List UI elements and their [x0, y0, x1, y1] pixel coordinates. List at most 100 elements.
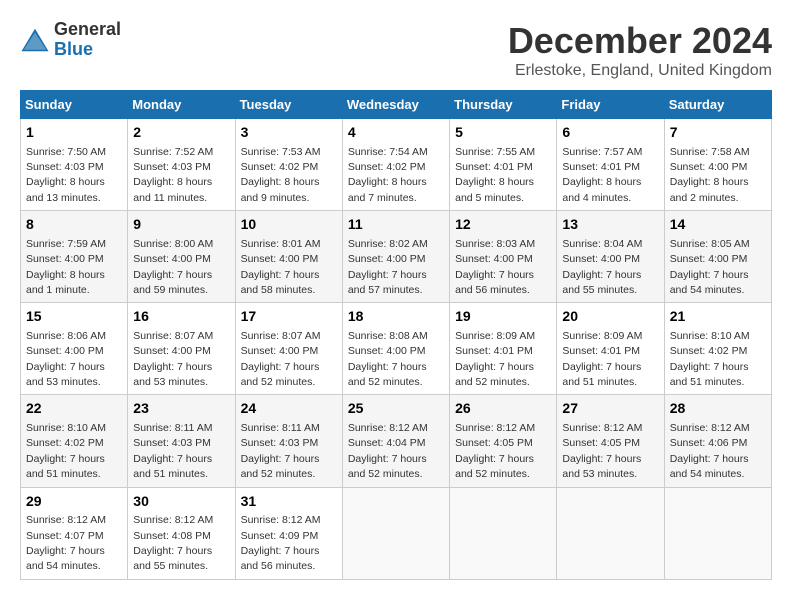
day-info: Sunrise: 8:12 AMSunset: 4:06 PMDaylight:… — [670, 422, 750, 480]
day-number: 25 — [348, 399, 444, 419]
day-info: Sunrise: 8:02 AMSunset: 4:00 PMDaylight:… — [348, 238, 428, 296]
title-block: December 2024 Erlestoke, England, United… — [508, 20, 772, 80]
logo-icon — [20, 25, 50, 55]
day-number: 12 — [455, 215, 551, 235]
day-number: 31 — [241, 492, 337, 512]
day-info: Sunrise: 7:55 AMSunset: 4:01 PMDaylight:… — [455, 146, 535, 204]
calendar-day-cell: 23 Sunrise: 8:11 AMSunset: 4:03 PMDaylig… — [128, 395, 235, 487]
calendar: SundayMondayTuesdayWednesdayThursdayFrid… — [20, 90, 772, 580]
page-header: General Blue December 2024 Erlestoke, En… — [20, 20, 772, 80]
day-info: Sunrise: 8:05 AMSunset: 4:00 PMDaylight:… — [670, 238, 750, 296]
calendar-day-cell: 1 Sunrise: 7:50 AMSunset: 4:03 PMDayligh… — [21, 119, 128, 211]
day-info: Sunrise: 8:10 AMSunset: 4:02 PMDaylight:… — [26, 422, 106, 480]
day-number: 11 — [348, 215, 444, 235]
day-info: Sunrise: 7:57 AMSunset: 4:01 PMDaylight:… — [562, 146, 642, 204]
calendar-day-cell: 30 Sunrise: 8:12 AMSunset: 4:08 PMDaylig… — [128, 487, 235, 579]
day-number: 7 — [670, 123, 766, 143]
logo-text: General Blue — [54, 20, 121, 60]
day-number: 15 — [26, 307, 122, 327]
calendar-day-cell: 5 Sunrise: 7:55 AMSunset: 4:01 PMDayligh… — [450, 119, 557, 211]
calendar-day-cell: 4 Sunrise: 7:54 AMSunset: 4:02 PMDayligh… — [342, 119, 449, 211]
empty-cell — [664, 487, 771, 579]
day-number: 27 — [562, 399, 658, 419]
day-info: Sunrise: 8:03 AMSunset: 4:00 PMDaylight:… — [455, 238, 535, 296]
day-number: 5 — [455, 123, 551, 143]
calendar-day-cell: 2 Sunrise: 7:52 AMSunset: 4:03 PMDayligh… — [128, 119, 235, 211]
day-info: Sunrise: 8:00 AMSunset: 4:00 PMDaylight:… — [133, 238, 213, 296]
day-info: Sunrise: 8:01 AMSunset: 4:00 PMDaylight:… — [241, 238, 321, 296]
calendar-day-cell: 24 Sunrise: 8:11 AMSunset: 4:03 PMDaylig… — [235, 395, 342, 487]
day-number: 6 — [562, 123, 658, 143]
day-number: 19 — [455, 307, 551, 327]
calendar-day-cell: 26 Sunrise: 8:12 AMSunset: 4:05 PMDaylig… — [450, 395, 557, 487]
calendar-day-cell: 29 Sunrise: 8:12 AMSunset: 4:07 PMDaylig… — [21, 487, 128, 579]
calendar-day-cell: 7 Sunrise: 7:58 AMSunset: 4:00 PMDayligh… — [664, 119, 771, 211]
empty-cell — [450, 487, 557, 579]
header-row: SundayMondayTuesdayWednesdayThursdayFrid… — [21, 91, 772, 119]
day-number: 16 — [133, 307, 229, 327]
calendar-day-cell: 14 Sunrise: 8:05 AMSunset: 4:00 PMDaylig… — [664, 211, 771, 303]
day-number: 21 — [670, 307, 766, 327]
day-number: 4 — [348, 123, 444, 143]
day-number: 22 — [26, 399, 122, 419]
day-info: Sunrise: 8:12 AMSunset: 4:08 PMDaylight:… — [133, 514, 213, 572]
day-number: 23 — [133, 399, 229, 419]
calendar-day-cell: 28 Sunrise: 8:12 AMSunset: 4:06 PMDaylig… — [664, 395, 771, 487]
weekday-header: Saturday — [664, 91, 771, 119]
day-number: 18 — [348, 307, 444, 327]
day-number: 9 — [133, 215, 229, 235]
day-info: Sunrise: 7:58 AMSunset: 4:00 PMDaylight:… — [670, 146, 750, 204]
weekday-header: Wednesday — [342, 91, 449, 119]
day-info: Sunrise: 8:12 AMSunset: 4:05 PMDaylight:… — [562, 422, 642, 480]
day-info: Sunrise: 7:54 AMSunset: 4:02 PMDaylight:… — [348, 146, 428, 204]
logo-general: General — [54, 19, 121, 39]
weekday-header: Friday — [557, 91, 664, 119]
calendar-day-cell: 11 Sunrise: 8:02 AMSunset: 4:00 PMDaylig… — [342, 211, 449, 303]
calendar-day-cell: 25 Sunrise: 8:12 AMSunset: 4:04 PMDaylig… — [342, 395, 449, 487]
day-info: Sunrise: 8:08 AMSunset: 4:00 PMDaylight:… — [348, 330, 428, 388]
day-number: 20 — [562, 307, 658, 327]
day-info: Sunrise: 8:09 AMSunset: 4:01 PMDaylight:… — [455, 330, 535, 388]
day-number: 2 — [133, 123, 229, 143]
day-info: Sunrise: 7:53 AMSunset: 4:02 PMDaylight:… — [241, 146, 321, 204]
day-info: Sunrise: 8:04 AMSunset: 4:00 PMDaylight:… — [562, 238, 642, 296]
calendar-day-cell: 22 Sunrise: 8:10 AMSunset: 4:02 PMDaylig… — [21, 395, 128, 487]
calendar-day-cell: 15 Sunrise: 8:06 AMSunset: 4:00 PMDaylig… — [21, 303, 128, 395]
day-number: 10 — [241, 215, 337, 235]
day-info: Sunrise: 8:06 AMSunset: 4:00 PMDaylight:… — [26, 330, 106, 388]
calendar-day-cell: 20 Sunrise: 8:09 AMSunset: 4:01 PMDaylig… — [557, 303, 664, 395]
day-info: Sunrise: 8:12 AMSunset: 4:09 PMDaylight:… — [241, 514, 321, 572]
day-number: 24 — [241, 399, 337, 419]
weekday-header: Thursday — [450, 91, 557, 119]
calendar-day-cell: 8 Sunrise: 7:59 AMSunset: 4:00 PMDayligh… — [21, 211, 128, 303]
empty-cell — [342, 487, 449, 579]
day-info: Sunrise: 7:52 AMSunset: 4:03 PMDaylight:… — [133, 146, 213, 204]
logo-blue: Blue — [54, 39, 93, 59]
weekday-header: Sunday — [21, 91, 128, 119]
day-info: Sunrise: 7:50 AMSunset: 4:03 PMDaylight:… — [26, 146, 106, 204]
calendar-day-cell: 19 Sunrise: 8:09 AMSunset: 4:01 PMDaylig… — [450, 303, 557, 395]
calendar-day-cell: 12 Sunrise: 8:03 AMSunset: 4:00 PMDaylig… — [450, 211, 557, 303]
calendar-day-cell: 16 Sunrise: 8:07 AMSunset: 4:00 PMDaylig… — [128, 303, 235, 395]
day-number: 17 — [241, 307, 337, 327]
calendar-week-row: 1 Sunrise: 7:50 AMSunset: 4:03 PMDayligh… — [21, 119, 772, 211]
day-number: 1 — [26, 123, 122, 143]
month-title: December 2024 — [508, 20, 772, 62]
day-info: Sunrise: 7:59 AMSunset: 4:00 PMDaylight:… — [26, 238, 106, 296]
day-number: 26 — [455, 399, 551, 419]
calendar-week-row: 22 Sunrise: 8:10 AMSunset: 4:02 PMDaylig… — [21, 395, 772, 487]
weekday-header: Tuesday — [235, 91, 342, 119]
day-info: Sunrise: 8:07 AMSunset: 4:00 PMDaylight:… — [133, 330, 213, 388]
calendar-day-cell: 27 Sunrise: 8:12 AMSunset: 4:05 PMDaylig… — [557, 395, 664, 487]
calendar-week-row: 8 Sunrise: 7:59 AMSunset: 4:00 PMDayligh… — [21, 211, 772, 303]
day-number: 13 — [562, 215, 658, 235]
day-info: Sunrise: 8:12 AMSunset: 4:05 PMDaylight:… — [455, 422, 535, 480]
calendar-day-cell: 9 Sunrise: 8:00 AMSunset: 4:00 PMDayligh… — [128, 211, 235, 303]
day-info: Sunrise: 8:10 AMSunset: 4:02 PMDaylight:… — [670, 330, 750, 388]
calendar-day-cell: 17 Sunrise: 8:07 AMSunset: 4:00 PMDaylig… — [235, 303, 342, 395]
calendar-week-row: 15 Sunrise: 8:06 AMSunset: 4:00 PMDaylig… — [21, 303, 772, 395]
empty-cell — [557, 487, 664, 579]
day-number: 14 — [670, 215, 766, 235]
calendar-day-cell: 3 Sunrise: 7:53 AMSunset: 4:02 PMDayligh… — [235, 119, 342, 211]
calendar-day-cell: 18 Sunrise: 8:08 AMSunset: 4:00 PMDaylig… — [342, 303, 449, 395]
